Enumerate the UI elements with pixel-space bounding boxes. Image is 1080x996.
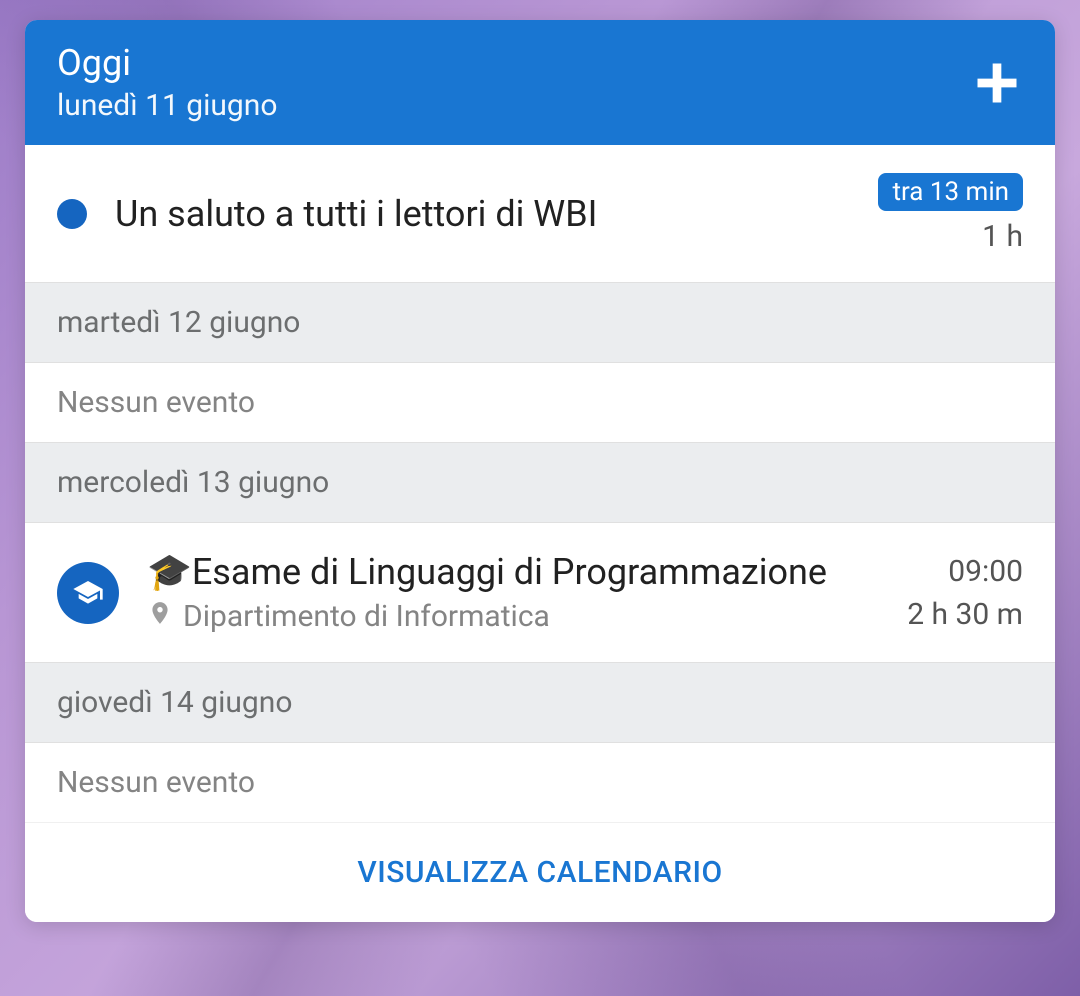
event-content: Un saluto a tutti i lettori di WBI (115, 193, 850, 235)
event-category-indicator (57, 562, 119, 624)
widget-header: Oggi lunedì 11 giugno (25, 20, 1055, 145)
event-duration: 2 h 30 m (907, 597, 1023, 632)
day-header-tuesday: martedì 12 giugno (25, 282, 1055, 363)
countdown-badge: tra 13 min (878, 173, 1023, 211)
event-title: 🎓Esame di Linguaggi di Programmazione (147, 551, 879, 593)
plus-icon (971, 57, 1023, 109)
graduation-cap-emoji-icon: 🎓 (147, 551, 192, 593)
event-location-text: Dipartimento di Informatica (183, 599, 550, 634)
event-location: Dipartimento di Informatica (147, 599, 879, 634)
event-meta: tra 13 min 1 h (878, 173, 1023, 254)
location-pin-icon (147, 599, 173, 634)
view-calendar-button[interactable]: VISUALIZZA CALENDARIO (25, 822, 1055, 922)
header-text-group: Oggi lunedì 11 giugno (57, 42, 277, 123)
header-date: lunedì 11 giugno (57, 88, 277, 123)
event-time: 09:00 (948, 554, 1023, 589)
add-event-button[interactable] (971, 57, 1023, 109)
no-event-tuesday: Nessun evento (25, 363, 1055, 442)
event-title: Un saluto a tutti i lettori di WBI (115, 193, 850, 235)
calendar-widget: Oggi lunedì 11 giugno Un saluto a tutti … (25, 20, 1055, 922)
day-header-wednesday: mercoledì 13 giugno (25, 442, 1055, 523)
event-title-text: Esame di Linguaggi di Programmazione (192, 551, 827, 593)
graduation-cap-icon (72, 577, 104, 609)
event-duration: 1 h (982, 219, 1023, 254)
event-color-indicator (57, 199, 87, 229)
day-header-thursday: giovedì 14 giugno (25, 662, 1055, 743)
event-item-today[interactable]: Un saluto a tutti i lettori di WBI tra 1… (25, 145, 1055, 282)
no-event-thursday: Nessun evento (25, 743, 1055, 822)
event-content: 🎓Esame di Linguaggi di Programmazione Di… (147, 551, 879, 634)
event-meta: 09:00 2 h 30 m (907, 554, 1023, 632)
header-title: Oggi (57, 42, 277, 84)
event-item-wednesday[interactable]: 🎓Esame di Linguaggi di Programmazione Di… (25, 523, 1055, 662)
